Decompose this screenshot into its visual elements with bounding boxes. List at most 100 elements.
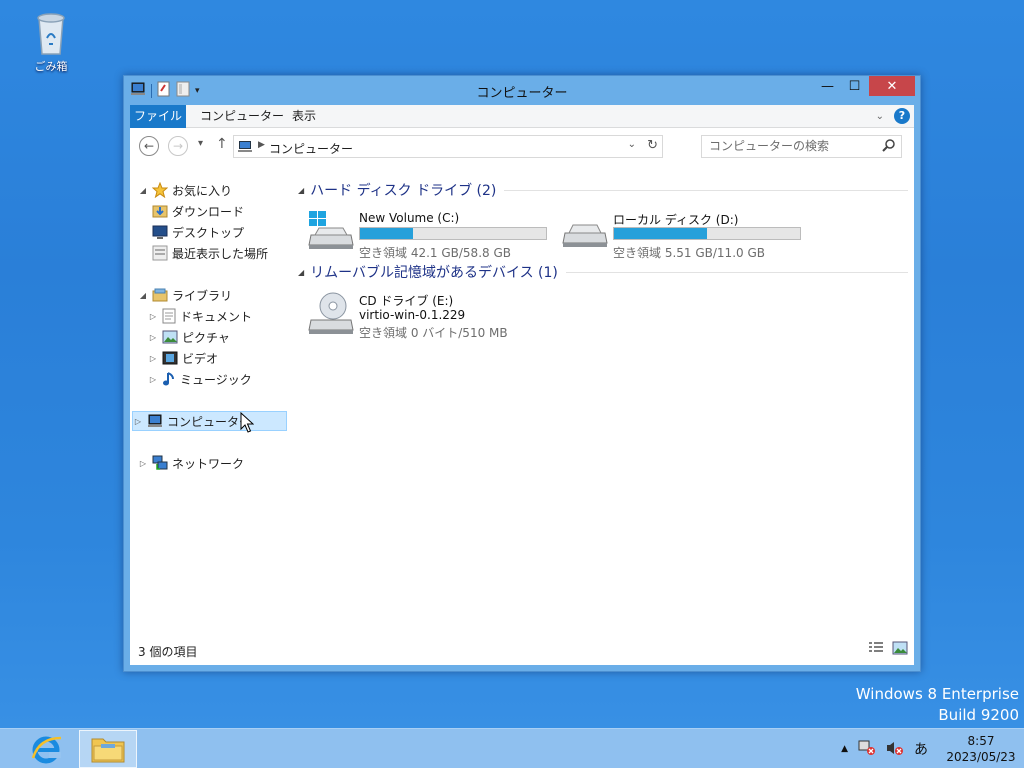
mouse-cursor-icon xyxy=(240,412,254,433)
downloads-folder-icon xyxy=(152,203,168,219)
drive-e-name: CD ドライブ (E:) xyxy=(359,294,454,308)
nav-item-libraries[interactable]: ◢ ライブラリ xyxy=(138,285,232,305)
expand-arrow-icon[interactable]: ▷ xyxy=(138,459,148,468)
collapse-arrow-icon[interactable]: ◢ xyxy=(298,186,304,195)
window-title: コンピューター xyxy=(476,86,568,101)
close-button[interactable]: ✕ xyxy=(869,76,915,96)
nav-item-videos[interactable]: ▷ ビデオ xyxy=(148,348,218,368)
expand-arrow-icon[interactable]: ▷ xyxy=(148,312,158,321)
drive-e-cd[interactable]: CD ドライブ (E:) virtio-win-0.1.229 空き領域 0 バ… xyxy=(307,292,557,350)
show-hidden-icons-icon[interactable]: ▲ xyxy=(841,744,848,754)
nav-item-favorites[interactable]: ◢ お気に入り xyxy=(138,180,232,200)
group-header-removable[interactable]: ◢ リムーバブル記憶域があるデバイス (1) xyxy=(298,262,908,282)
ime-indicator[interactable]: あ xyxy=(914,739,928,759)
address-dropdown-icon[interactable]: ⌄ xyxy=(628,139,636,150)
network-status-icon[interactable] xyxy=(858,740,876,759)
nav-item-desktop[interactable]: デスクトップ xyxy=(148,222,244,242)
videos-icon xyxy=(162,351,178,365)
pictures-icon xyxy=(162,330,178,344)
clock-date: 2023/05/23 xyxy=(946,750,1016,764)
nav-label-libraries: ライブラリ xyxy=(172,288,233,303)
drive-e-volume-label: virtio-win-0.1.229 xyxy=(359,308,466,322)
group-title-removable: リムーバブル記憶域があるデバイス (1) xyxy=(310,265,558,281)
cd-drive-icon xyxy=(307,292,355,341)
tab-file[interactable]: ファイル xyxy=(130,105,186,128)
expand-ribbon-icon[interactable]: ⌄ xyxy=(876,111,884,122)
drive-c-usage-fill xyxy=(360,228,413,239)
recycle-bin-label: ごみ箱 xyxy=(34,60,68,73)
drive-d-free-space: 空き領域 5.51 GB/11.0 GB xyxy=(613,246,765,260)
maximize-button[interactable]: ☐ xyxy=(841,76,868,96)
taskbar: ▲ あ 8:57 2023/05/23 xyxy=(0,728,1024,768)
drive-d-name: ローカル ディスク (D:) xyxy=(613,213,739,227)
expand-arrow-icon[interactable]: ▷ xyxy=(133,417,143,426)
drive-c-name: New Volume (C:) xyxy=(359,211,460,225)
documents-icon xyxy=(162,308,176,324)
watermark-build: Build 9200 xyxy=(938,706,1019,724)
expand-arrow-icon[interactable]: ▷ xyxy=(148,333,158,342)
taskbar-internet-explorer[interactable] xyxy=(26,731,66,767)
drive-c-free-space: 空き領域 42.1 GB/58.8 GB xyxy=(359,246,511,260)
help-icon[interactable]: ? xyxy=(894,108,910,124)
expand-arrow-icon[interactable]: ▷ xyxy=(148,375,158,384)
nav-label-pictures: ピクチャ xyxy=(182,330,230,345)
nav-label-downloads: ダウンロード xyxy=(172,204,245,219)
forward-button[interactable]: → xyxy=(168,136,188,156)
ribbon: ファイル コンピューター 表示 ⌄ ? xyxy=(130,105,914,128)
taskbar-file-explorer[interactable] xyxy=(79,730,137,768)
nav-item-music[interactable]: ▷ ミュージック xyxy=(148,369,252,389)
computer-address-icon xyxy=(237,140,253,156)
nav-item-pictures[interactable]: ▷ ピクチャ xyxy=(148,327,230,347)
desktop-icon xyxy=(152,225,168,239)
nav-label-desktop: デスクトップ xyxy=(172,225,245,240)
window-body: ファイル コンピューター 表示 ⌄ ? ← → ▾ ↑ ▶ コンピューター ⌄ … xyxy=(130,105,914,665)
computer-icon xyxy=(147,414,163,428)
taskbar-clock[interactable]: 8:57 2023/05/23 xyxy=(938,733,1024,765)
nav-item-documents[interactable]: ▷ ドキュメント xyxy=(148,306,252,326)
group-title-hard-disks: ハード ディスク ドライブ (2) xyxy=(310,183,497,199)
back-arrow-icon: ← xyxy=(143,139,155,153)
nav-item-downloads[interactable]: ダウンロード xyxy=(148,201,244,221)
tab-computer[interactable]: コンピューター xyxy=(200,105,284,128)
nav-item-network[interactable]: ▷ ネットワーク xyxy=(138,453,244,473)
nav-label-documents: ドキュメント xyxy=(180,309,253,324)
title-bar[interactable]: ▾ コンピューター — ☐ ✕ xyxy=(124,76,920,104)
recycle-bin-shortcut[interactable]: ごみ箱 xyxy=(28,8,74,74)
view-switcher xyxy=(868,641,908,658)
recycle-bin-icon xyxy=(37,13,65,55)
recent-locations-icon[interactable]: ▾ xyxy=(198,138,203,149)
group-header-hard-disks[interactable]: ◢ ハード ディスク ドライブ (2) xyxy=(298,180,908,200)
address-text: コンピューター xyxy=(269,142,354,156)
breadcrumb-chevron-icon[interactable]: ▶ xyxy=(258,140,265,150)
group-divider xyxy=(565,271,908,273)
star-icon xyxy=(152,182,168,198)
search-icon[interactable] xyxy=(882,139,895,155)
drive-d[interactable]: ローカル ディスク (D:) 空き領域 5.51 GB/11.0 GB xyxy=(561,211,811,269)
address-bar[interactable]: ▶ コンピューター ⌄ ↻ xyxy=(233,135,663,158)
music-note-icon xyxy=(162,371,176,387)
large-icons-view-icon[interactable] xyxy=(892,641,908,658)
drive-c-usage-bar xyxy=(359,227,547,240)
search-input[interactable] xyxy=(709,139,869,153)
collapse-arrow-icon[interactable]: ◢ xyxy=(138,291,148,300)
back-button[interactable]: ← xyxy=(139,136,159,156)
search-box[interactable] xyxy=(701,135,902,158)
nav-label-computer: コンピューター xyxy=(167,414,252,429)
drive-c[interactable]: New Volume (C:) 空き領域 42.1 GB/58.8 GB xyxy=(307,211,557,269)
collapse-arrow-icon[interactable]: ◢ xyxy=(298,268,304,277)
collapse-arrow-icon[interactable]: ◢ xyxy=(138,186,148,195)
watermark-edition: Windows 8 Enterprise xyxy=(855,685,1019,703)
nav-item-computer[interactable]: ▷ コンピューター xyxy=(132,411,287,431)
network-icon xyxy=(152,455,168,471)
windows-drive-icon xyxy=(307,211,355,254)
refresh-icon[interactable]: ↻ xyxy=(647,138,658,153)
up-arrow-icon[interactable]: ↑ xyxy=(216,136,228,152)
expand-arrow-icon[interactable]: ▷ xyxy=(148,354,158,363)
details-view-icon[interactable] xyxy=(868,641,884,658)
nav-label-network: ネットワーク xyxy=(172,456,245,471)
tab-view[interactable]: 表示 xyxy=(292,105,316,128)
nav-item-recent[interactable]: 最近表示した場所 xyxy=(148,243,268,263)
navigation-bar: ← → ▾ ↑ ▶ コンピューター ⌄ ↻ xyxy=(130,128,914,168)
volume-muted-icon[interactable] xyxy=(886,740,904,759)
minimize-button[interactable]: — xyxy=(814,76,841,96)
